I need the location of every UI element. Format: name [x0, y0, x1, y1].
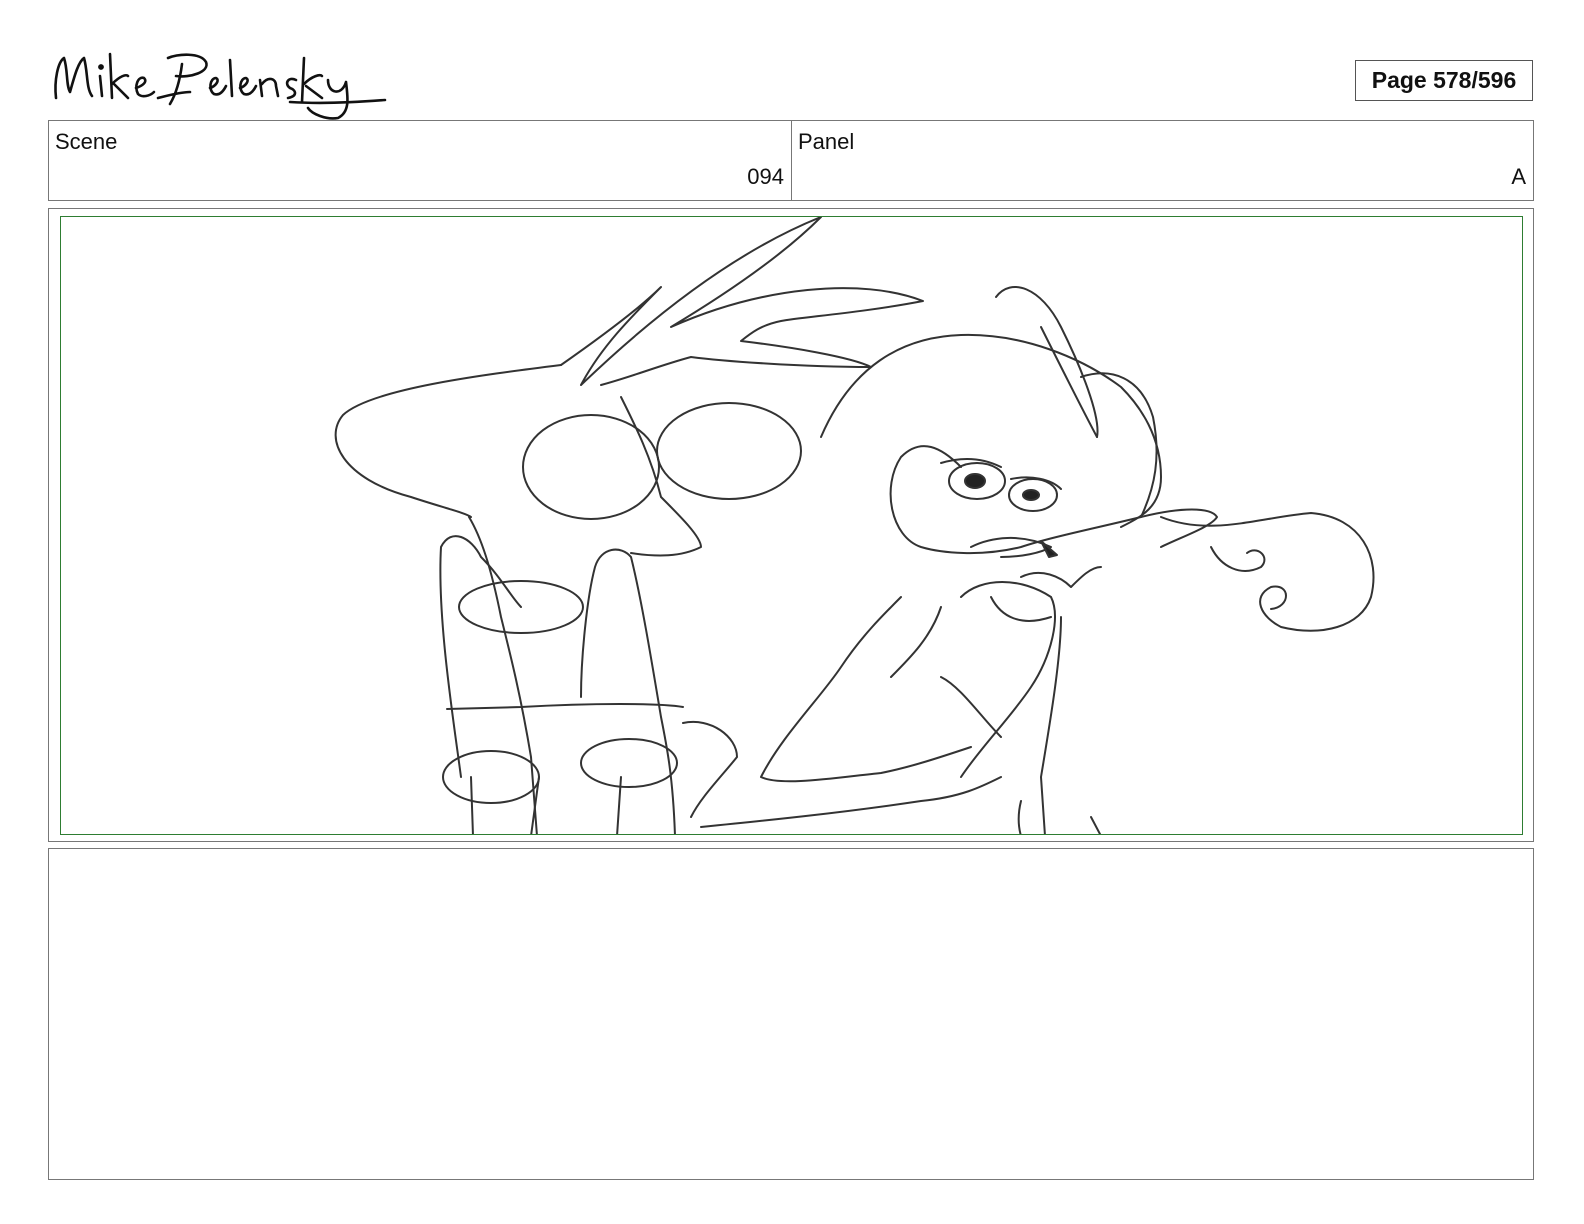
panel-label: Panel [798, 129, 855, 154]
page-number-label: Page 578/596 [1371, 67, 1517, 93]
left-character-hat-brim [334, 364, 562, 518]
panel-cell: Panel A [792, 121, 1533, 200]
storyboard-frame [60, 216, 1523, 835]
left-character-left-eye [522, 414, 660, 520]
panel-notes-box [48, 848, 1534, 1180]
left-character-hair [560, 217, 924, 386]
page-number-badge: Page 578/596 [1355, 60, 1533, 101]
scene-number: 094 [747, 164, 784, 189]
artist-signature-logo [54, 52, 387, 120]
left-character-right-eye [656, 402, 802, 500]
scene-label: Scene [55, 129, 118, 154]
scene-cell: Scene 094 [49, 121, 792, 200]
left-character-right-hand [580, 548, 676, 834]
sketch-drawing [334, 217, 1375, 834]
right-character-ponytail [1160, 512, 1375, 632]
storyboard-frame-outer [48, 208, 1534, 842]
right-character-head [889, 445, 1218, 555]
panel-letter: A [1511, 164, 1526, 189]
left-character-left-hand [439, 535, 522, 778]
right-character-hair [820, 333, 1162, 528]
right-character-body [760, 596, 972, 783]
scene-panel-info-row: Scene 094 Panel A [48, 120, 1534, 201]
right-character-ear [995, 286, 1099, 438]
